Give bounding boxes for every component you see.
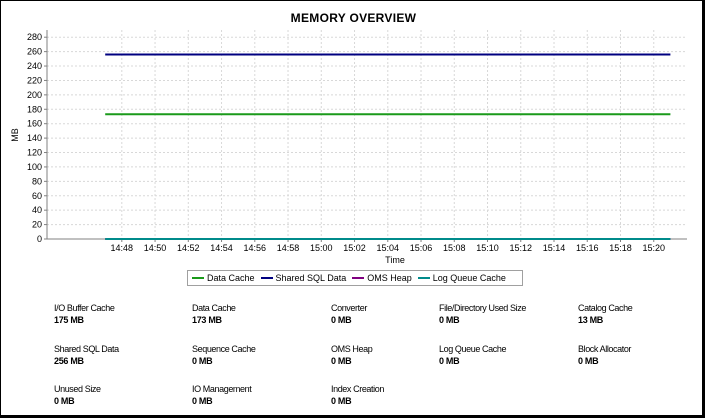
stat-value: 256 MB: [54, 356, 84, 366]
legend-label: Data Cache: [207, 273, 255, 283]
stat-label: Block Allocator: [578, 344, 632, 354]
y-tick-label: 200: [27, 90, 42, 100]
x-axis-label: Time: [385, 255, 405, 265]
stat-label: Index Creation: [331, 384, 384, 394]
legend-swatch: [352, 277, 365, 279]
stat-file-directory-used-size: File/Directory Used Size 0 MB: [439, 303, 569, 325]
stat-value: 0 MB: [192, 356, 213, 366]
stat-label: Unused Size: [54, 384, 101, 394]
x-tick-label: 15:18: [609, 243, 632, 253]
legend-swatch: [192, 277, 204, 279]
legend-item-data-cache: Data Cache: [192, 273, 255, 283]
x-tick-label: 14:54: [210, 243, 233, 253]
y-tick-label: 40: [32, 205, 42, 215]
y-tick-label: 280: [27, 32, 42, 42]
stat-label: I/O Buffer Cache: [54, 303, 115, 313]
y-tick-label: 220: [27, 75, 42, 85]
x-tick-label: 15:14: [543, 243, 566, 253]
x-tick-label: 14:58: [277, 243, 300, 253]
y-tick-label: 20: [32, 220, 42, 230]
stat-value: 0 MB: [331, 396, 352, 406]
legend-item-shared-sql-data: Shared SQL Data: [260, 273, 347, 283]
x-tick-label: 15:00: [310, 243, 333, 253]
legend-item-oms-heap: OMS Heap: [352, 273, 412, 283]
stat-block-allocator: Block Allocator 0 MB: [578, 344, 705, 366]
stat-io-management: IO Management 0 MB: [192, 384, 322, 406]
legend-item-log-queue-cache: Log Queue Cache: [417, 273, 506, 283]
y-tick-label: 260: [27, 47, 42, 57]
stat-unused-size: Unused Size 0 MB: [54, 384, 184, 406]
stat-label: Sequence Cache: [192, 344, 256, 354]
legend-swatch: [260, 277, 273, 279]
y-tick-label: 100: [27, 162, 42, 172]
x-tick-label: 15:08: [443, 243, 466, 253]
y-tick-label: 80: [32, 176, 42, 186]
stat-catalog-cache: Catalog Cache 13 MB: [578, 303, 705, 325]
x-tick-label: 14:50: [144, 243, 167, 253]
stat-label: Shared SQL Data: [54, 344, 119, 354]
legend-swatch: [417, 277, 430, 279]
x-tick-label: 14:56: [244, 243, 267, 253]
x-tick-label: 15:20: [642, 243, 665, 253]
stat-label: Data Cache: [192, 303, 236, 313]
stat-value: 0 MB: [439, 315, 460, 325]
stat-label: IO Management: [192, 384, 252, 394]
x-tick-label: 15:04: [377, 243, 400, 253]
stat-shared-sql-data: Shared SQL Data 256 MB: [54, 344, 184, 366]
stat-index-creation: Index Creation 0 MB: [331, 384, 461, 406]
x-tick-label: 15:12: [510, 243, 533, 253]
y-tick-label: 180: [27, 104, 42, 114]
x-tick-label: 15:02: [343, 243, 366, 253]
stat-label: Log Queue Cache: [439, 344, 507, 354]
stat-value: 0 MB: [54, 396, 75, 406]
stat-value: 0 MB: [578, 356, 599, 366]
stat-value: 173 MB: [192, 315, 222, 325]
stat-data-cache: Data Cache 173 MB: [192, 303, 322, 325]
stat-label: File/Directory Used Size: [439, 303, 526, 313]
chart-legend: Data Cache Shared SQL Data OMS Heap Log Que…: [187, 270, 523, 286]
y-tick-label: 60: [32, 191, 42, 201]
stat-sequence-cache: Sequence Cache 0 MB: [192, 344, 322, 366]
stat-value: 175 MB: [54, 315, 84, 325]
y-axis-label: MB: [10, 128, 20, 142]
x-tick-label: 14:52: [177, 243, 200, 253]
x-tick-label: 15:06: [410, 243, 433, 253]
stat-value: 13 MB: [578, 315, 604, 325]
legend-label: OMS Heap: [367, 273, 412, 283]
stat-value: 0 MB: [439, 356, 460, 366]
x-tick-label: 15:16: [576, 243, 599, 253]
y-tick-label: 240: [27, 61, 42, 71]
plot-area: [47, 30, 687, 239]
x-tick-label: 15:10: [476, 243, 499, 253]
y-tick-label: 140: [27, 133, 42, 143]
legend-label: Log Queue Cache: [432, 273, 506, 283]
stat-log-queue-cache: Log Queue Cache 0 MB: [439, 344, 569, 366]
x-tick-label: 14:48: [111, 243, 134, 253]
y-tick-label: 160: [27, 119, 42, 129]
stat-label: Catalog Cache: [578, 303, 633, 313]
y-tick-label: 0: [37, 234, 42, 244]
stat-i-o-buffer-cache: I/O Buffer Cache 175 MB: [54, 303, 184, 325]
legend-label: Shared SQL Data: [275, 273, 347, 283]
y-tick-label: 120: [27, 148, 42, 158]
memory-overview-panel: MEMORY OVERVIEW 0 20 40 60 80 100 120 140 160 180…: [0, 0, 705, 418]
stat-value: 0 MB: [192, 396, 213, 406]
